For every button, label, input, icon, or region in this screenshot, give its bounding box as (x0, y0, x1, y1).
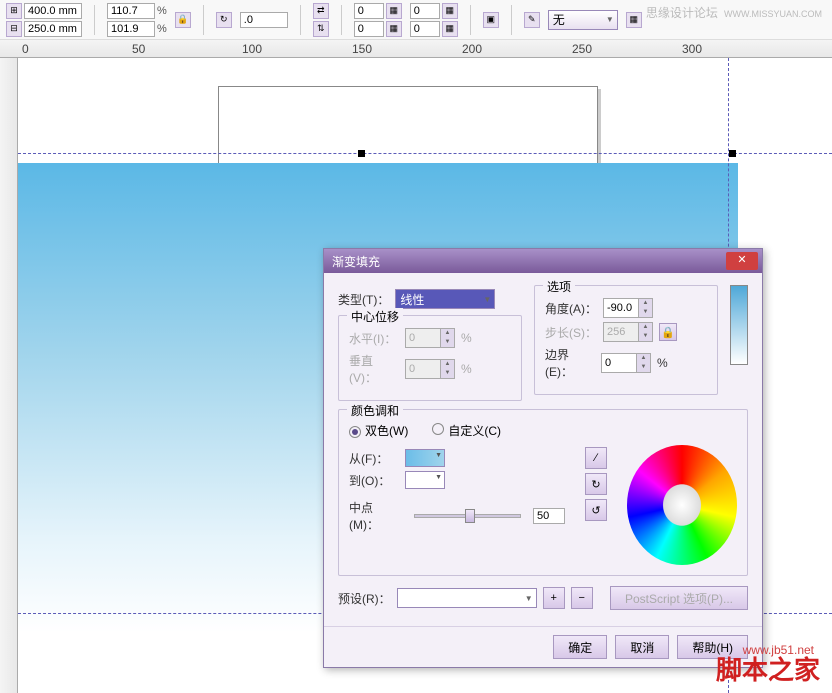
angle-label: 角度(A)： (545, 300, 597, 317)
mirror-v-icon[interactable]: ⇅ (313, 21, 329, 37)
angle-spin[interactable]: ▲▼ (603, 298, 653, 318)
type-label: 类型(T)： (338, 291, 389, 308)
add-preset-button[interactable]: + (543, 587, 565, 609)
lock-icon[interactable]: 🔒 (659, 323, 677, 341)
close-button[interactable]: ✕ (726, 252, 758, 270)
pen-icon[interactable]: ✎ (524, 12, 540, 28)
scale-x-input[interactable] (107, 3, 155, 19)
spinner-icon[interactable]: ▦ (442, 3, 458, 19)
y-pos-icon: ⊟ (6, 21, 22, 37)
ok-button[interactable]: 确定 (553, 635, 607, 659)
vert-spin: ▲▼ (405, 359, 455, 379)
scale-y-input[interactable] (107, 21, 155, 37)
step-label: 步长(S)： (545, 324, 597, 341)
top-watermark: 思缘设计论坛 WWW.MISSYUAN.COM (646, 4, 822, 21)
dialog-title-text: 渐变填充 (332, 253, 380, 270)
vertical-ruler (0, 58, 18, 693)
nudge3-input[interactable] (410, 3, 440, 19)
cancel-button[interactable]: 取消 (615, 635, 669, 659)
center-offset-legend: 中心位移 (347, 308, 403, 325)
from-color[interactable] (405, 449, 445, 467)
step-spin: ▲▼ (603, 322, 653, 342)
postscript-button: PostScript 选项(P)... (610, 586, 748, 610)
from-label: 从(F)： (349, 450, 399, 467)
dialog-titlebar[interactable]: 渐变填充 ✕ (324, 249, 762, 273)
selection-handle[interactable] (358, 150, 365, 157)
edge-spin[interactable]: ▲▼ (601, 353, 651, 373)
vert-label: 垂直(V)： (349, 352, 399, 386)
remove-preset-button[interactable]: − (571, 587, 593, 609)
two-color-radio[interactable]: 双色(W) (349, 422, 408, 439)
type-select[interactable]: 线性 (395, 289, 495, 309)
to-label: 到(O)： (349, 472, 399, 489)
preset-label: 预设(R)： (338, 590, 391, 607)
spinner-icon[interactable]: ▦ (386, 3, 402, 19)
edge-label: 边界(E)： (545, 346, 595, 380)
height-input[interactable] (24, 21, 82, 37)
to-color[interactable] (405, 471, 445, 489)
preset-select[interactable] (397, 588, 537, 608)
wrap-icon[interactable]: ▣ (483, 12, 499, 28)
tool-icon[interactable]: ▦ (626, 12, 642, 28)
mirror-h-icon[interactable]: ⇄ (313, 3, 329, 19)
x-pos-icon: ⊞ (6, 3, 22, 19)
horizontal-ruler: 0 50 100 150 200 250 300 (0, 40, 832, 58)
selection-handle[interactable] (729, 150, 736, 157)
path-direct-icon[interactable]: ∕ (585, 447, 607, 469)
custom-radio[interactable]: 自定义(C) (432, 422, 501, 439)
nudge2-input[interactable] (354, 21, 384, 37)
spinner-icon[interactable]: ▦ (386, 21, 402, 37)
path-ccw-icon[interactable]: ↺ (585, 499, 607, 521)
color-wheel[interactable] (627, 445, 737, 565)
outline-select[interactable]: 无 (548, 10, 618, 30)
gradient-fill-dialog: 渐变填充 ✕ 类型(T)： 线性 中心位移 水平(I)：▲▼% 垂直(V)：▲▼… (323, 248, 763, 668)
gradient-preview (730, 285, 748, 365)
horiz-spin: ▲▼ (405, 328, 455, 348)
mid-label: 中点(M)： (349, 499, 402, 533)
nudge4-input[interactable] (410, 21, 440, 37)
midpoint-input[interactable] (533, 508, 565, 524)
rotate-icon: ↻ (216, 12, 232, 28)
width-input[interactable] (24, 3, 82, 19)
watermark-text: 脚本之家 (716, 650, 820, 687)
path-cw-icon[interactable]: ↻ (585, 473, 607, 495)
spinner-icon[interactable]: ▦ (442, 21, 458, 37)
midpoint-slider[interactable] (414, 514, 521, 518)
options-legend: 选项 (543, 278, 575, 295)
rotation-input[interactable] (240, 12, 288, 28)
guide-line-h[interactable] (18, 153, 832, 154)
horiz-label: 水平(I)： (349, 330, 399, 347)
color-blend-legend: 颜色调和 (347, 402, 403, 419)
lock-ratio-icon[interactable]: 🔒 (175, 12, 191, 28)
nudge1-input[interactable] (354, 3, 384, 19)
